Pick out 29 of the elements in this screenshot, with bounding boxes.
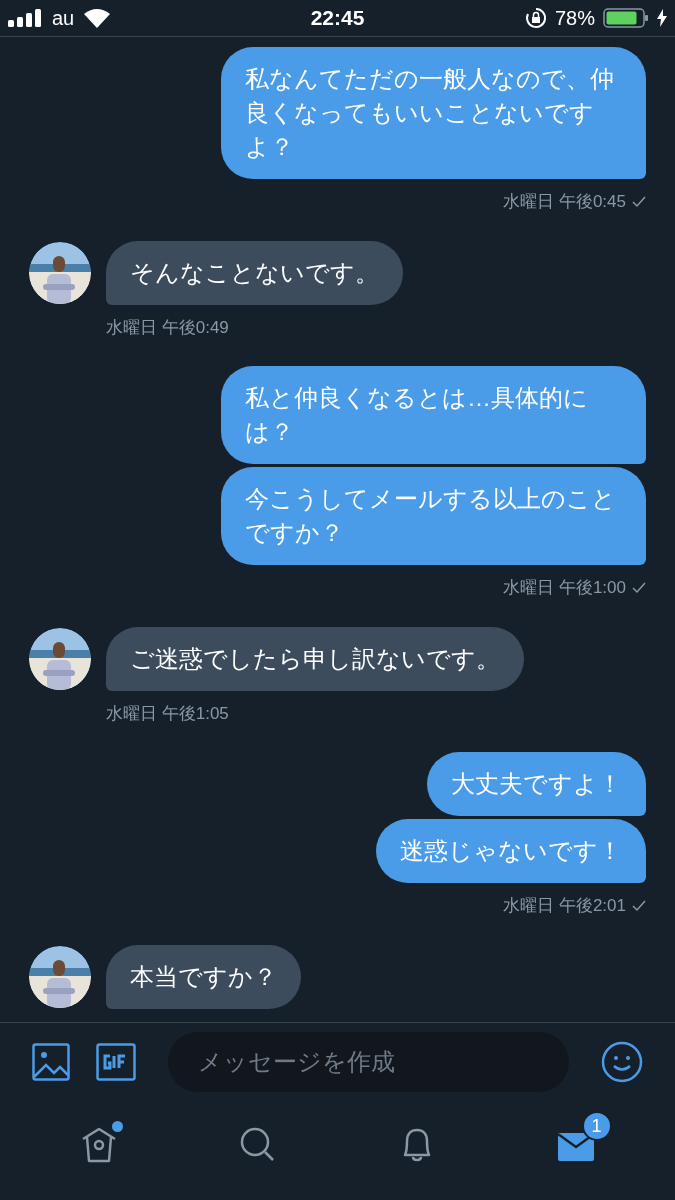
timestamp: 水曜日 午後0:45 bbox=[503, 191, 626, 213]
message-bubble: 大丈夫ですよ！ bbox=[427, 752, 646, 816]
timestamp: 水曜日 午後1:00 bbox=[503, 577, 626, 599]
message-bubble: そんなことないです。 bbox=[106, 240, 403, 305]
wifi-icon bbox=[84, 8, 111, 28]
smiley-icon[interactable] bbox=[601, 1040, 643, 1083]
clock: 22:45 bbox=[310, 5, 365, 32]
message-bubble: 私と仲良くなるとは…具体的には？ bbox=[221, 366, 646, 464]
battery-icon bbox=[603, 8, 649, 28]
message-bubble: 私なんてただの一般人なので、仲良くなってもいいことないですよ？ bbox=[221, 47, 646, 179]
timestamp: 水曜日 午後1:05 bbox=[106, 702, 229, 725]
unread-badge: 1 bbox=[581, 1111, 612, 1141]
rotation-lock-icon bbox=[524, 7, 547, 29]
check-icon bbox=[632, 195, 646, 208]
check-icon bbox=[632, 581, 646, 594]
message-bubble: 今こうしてメールする以上のことですか？ bbox=[221, 467, 646, 565]
timestamp: 水曜日 午後0:49 bbox=[106, 316, 229, 339]
image-icon[interactable] bbox=[32, 1042, 70, 1081]
message-bubble: ご迷惑でしたら申し訳ないです。 bbox=[106, 626, 524, 691]
message-field[interactable]: メッセージを作成 bbox=[168, 1031, 569, 1092]
gif-icon[interactable] bbox=[96, 1042, 136, 1081]
battery-percentage: 78% bbox=[554, 6, 595, 31]
check-icon bbox=[632, 899, 646, 912]
charging-icon bbox=[657, 9, 667, 27]
timestamp: 水曜日 午後2:01 bbox=[503, 895, 626, 917]
carrier-name: au bbox=[52, 6, 75, 31]
signal-icon bbox=[8, 9, 42, 27]
message-bubble: 迷惑じゃないです！ bbox=[376, 819, 646, 883]
message-bubble: 本当ですか？ bbox=[106, 944, 301, 1009]
